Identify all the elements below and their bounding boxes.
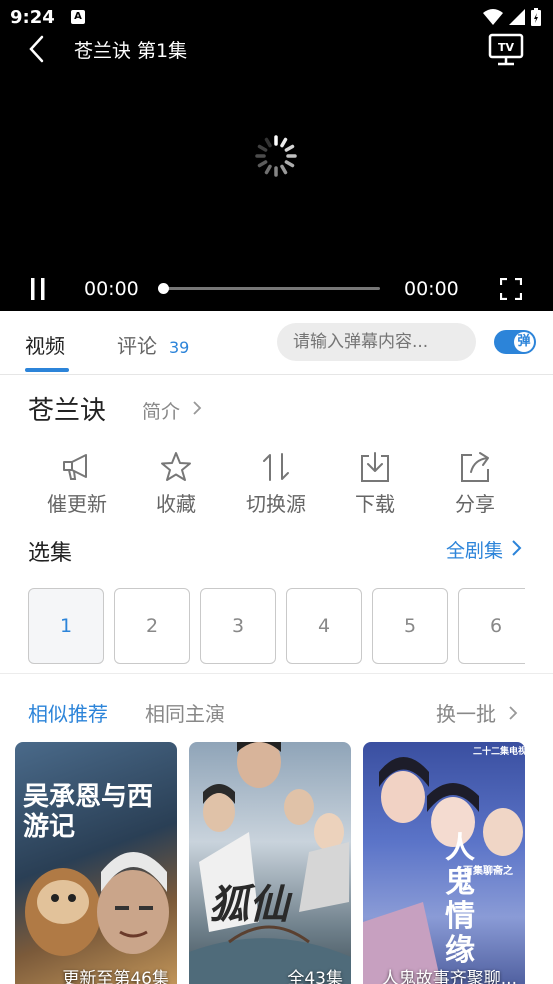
chevron-right-icon[interactable] — [507, 703, 519, 723]
switch-icon — [263, 453, 289, 481]
action-bar: 催更新 收藏 切换源 下载 分享 — [0, 450, 553, 520]
comment-count-badge: 39 — [169, 338, 190, 357]
episode-button[interactable]: 2 — [114, 588, 190, 664]
tab-same-cast[interactable]: 相同主演 — [145, 698, 225, 727]
player-controls: 00:00 00:00 — [0, 270, 553, 310]
switch-source-button[interactable]: 切换源 — [231, 450, 321, 517]
poster-image — [189, 742, 351, 984]
episode-list[interactable]: 1 2 3 4 5 6 — [28, 588, 525, 666]
pause-icon[interactable] — [28, 277, 48, 301]
status-bar: 9:24 A — [0, 0, 553, 36]
urge-update-button[interactable]: 催更新 — [32, 450, 122, 517]
tab-video[interactable]: 视频 — [25, 330, 65, 359]
status-time: 9:24 — [10, 7, 55, 28]
tab-comments[interactable]: 评论 — [117, 330, 157, 359]
recommendation-card[interactable]: 二十二集电视连续剧 百集聊斋之 人鬼情缘 人鬼故事齐聚聊... — [363, 742, 525, 984]
card-caption: 人鬼故事齐聚聊... — [381, 969, 517, 984]
recommendation-card[interactable]: 狐仙 全43集 — [189, 742, 351, 984]
chevron-right-icon[interactable] — [510, 537, 524, 559]
video-player[interactable]: 9:24 A 苍兰诀 第1集 TV 00:00 00:00 — [0, 0, 553, 311]
danmaku-input[interactable] — [277, 323, 476, 361]
card-caption: 更新至第46集 — [62, 969, 169, 984]
episode-button[interactable]: 3 — [200, 588, 276, 664]
total-time: 00:00 — [404, 278, 459, 300]
card-caption: 全43集 — [287, 969, 343, 984]
back-icon[interactable] — [24, 34, 52, 64]
share-button[interactable]: 分享 — [430, 450, 520, 517]
action-label: 催更新 — [47, 492, 107, 516]
episode-button[interactable]: 5 — [372, 588, 448, 664]
action-label: 下载 — [355, 492, 395, 516]
download-icon — [361, 452, 389, 482]
refresh-button[interactable]: 换一批 — [436, 698, 496, 727]
all-episodes-link[interactable]: 全剧集 — [446, 536, 503, 563]
danmaku-toggle-label: 弹 — [514, 332, 534, 352]
tv-label: TV — [498, 41, 515, 54]
share-icon — [461, 452, 489, 482]
signal-icon — [509, 9, 525, 25]
poster-image — [25, 852, 169, 956]
fullscreen-icon[interactable] — [500, 278, 522, 300]
poster-top-text: 二十二集电视连续剧 — [473, 747, 525, 757]
section-divider — [0, 673, 553, 674]
poster-title: 人鬼情缘 — [445, 831, 475, 968]
tab-bar: 视频 评论 39 弹 — [0, 311, 553, 375]
action-label: 切换源 — [246, 492, 306, 516]
video-title: 苍兰诀 第1集 — [74, 40, 188, 62]
current-time: 00:00 — [84, 278, 139, 300]
star-icon — [161, 452, 191, 481]
download-button[interactable]: 下载 — [330, 450, 420, 517]
megaphone-icon — [63, 454, 87, 480]
loading-spinner-icon — [255, 135, 297, 177]
status-icons — [483, 8, 541, 26]
recommendation-card[interactable]: 吴承恩与西游记 更新至第46集 — [15, 742, 177, 984]
favorite-button[interactable]: 收藏 — [131, 450, 221, 517]
intro-link[interactable]: 简介 — [142, 397, 180, 424]
tv-cast-icon[interactable]: TV — [488, 32, 524, 68]
action-label: 收藏 — [156, 492, 196, 516]
seek-bar[interactable] — [158, 283, 380, 294]
episodes-title: 选集 — [28, 541, 73, 566]
show-title: 苍兰诀 — [28, 396, 107, 426]
poster-title: 吴承恩与西游记 — [23, 782, 154, 842]
notification-icon: A — [71, 10, 85, 24]
battery-icon — [531, 8, 541, 26]
seek-thumb[interactable] — [158, 283, 169, 294]
episode-button[interactable]: 1 — [28, 588, 104, 664]
poster-title: 狐仙 — [209, 881, 289, 928]
wifi-icon — [483, 9, 503, 25]
recommendation-cards: 吴承恩与西游记 更新至第46集 狐仙 全43集 二十二集电视连续剧 — [0, 742, 553, 984]
tab-active-indicator — [25, 368, 69, 372]
tab-similar[interactable]: 相似推荐 — [28, 698, 108, 727]
action-label: 分享 — [455, 492, 495, 516]
chevron-right-icon[interactable] — [190, 398, 204, 418]
episode-button[interactable]: 6 — [458, 588, 525, 664]
danmaku-toggle[interactable]: 弹 — [494, 330, 536, 354]
episode-button[interactable]: 4 — [286, 588, 362, 664]
